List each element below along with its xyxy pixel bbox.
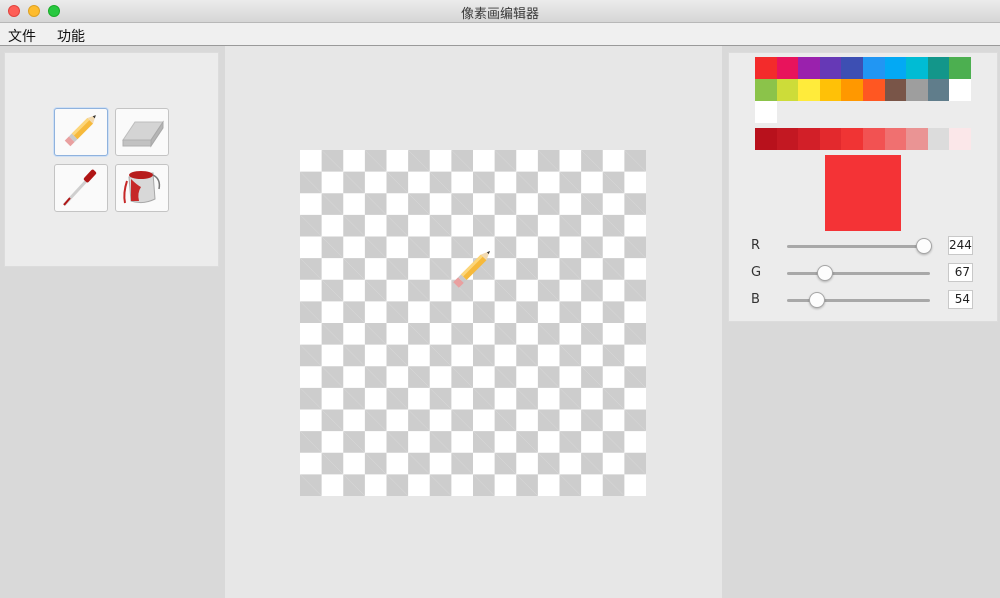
tint-swatch[interactable] [927,128,950,150]
color-panel: R 244 G 67 B 54 [728,52,998,322]
color-swatch[interactable] [863,57,885,79]
blue-label: B [751,292,760,307]
color-swatch[interactable] [819,79,842,101]
title-bar: 像素画编辑器 [0,0,1000,23]
red-slider-thumb[interactable] [915,238,932,254]
color-swatch[interactable] [776,79,799,101]
green-value-field[interactable]: 67 [948,263,973,282]
tint-swatch[interactable] [776,128,799,150]
pencil-icon [58,107,104,157]
red-slider-track[interactable] [787,245,930,248]
color-swatch[interactable] [884,57,907,79]
pencil-cursor-icon [447,242,499,298]
green-label: G [751,265,762,280]
tint-swatch[interactable] [798,128,821,150]
current-color-preview [825,155,901,231]
eyedropper-icon [58,163,104,213]
color-swatch[interactable] [949,57,972,79]
tint-swatch[interactable] [863,128,885,150]
pencil-tool-button[interactable] [54,108,108,156]
color-swatch[interactable] [884,79,907,101]
window-title: 像素画编辑器 [460,7,539,22]
eyedropper-tool-button[interactable] [54,164,108,212]
paint-bucket-icon [119,163,165,213]
pixel-canvas[interactable] [300,150,646,496]
color-swatch[interactable] [906,79,929,101]
color-swatch[interactable] [927,79,950,101]
canvas-area [225,46,722,598]
eraser-tool-button[interactable] [115,108,169,156]
tint-swatch[interactable] [841,128,864,150]
tint-swatch[interactable] [755,128,777,150]
color-swatch[interactable] [949,79,972,101]
tool-panel [4,52,219,267]
menu-file[interactable]: 文件 [8,26,36,46]
green-slider-track[interactable] [787,272,930,275]
color-swatch[interactable] [841,79,864,101]
green-slider-thumb[interactable] [816,265,833,281]
color-swatch[interactable] [927,57,950,79]
tint-swatch[interactable] [884,128,907,150]
blue-slider-thumb[interactable] [809,292,826,308]
color-swatch[interactable] [863,79,885,101]
blue-value-field[interactable]: 54 [948,290,973,309]
color-swatch[interactable] [819,57,842,79]
menu-function[interactable]: 功能 [57,26,85,46]
color-swatch[interactable] [755,79,777,101]
tint-swatch[interactable] [949,128,972,150]
eraser-icon [119,110,165,154]
red-label: R [751,238,761,253]
red-value-field[interactable]: 244 [948,236,973,255]
paint-bucket-tool-button[interactable] [115,164,169,212]
menu-bar: 文件 功能 [0,23,1000,46]
color-swatch[interactable] [798,57,821,79]
color-swatch[interactable] [755,101,777,123]
color-swatch[interactable] [776,57,799,79]
color-swatch[interactable] [755,57,777,79]
color-swatch[interactable] [798,79,821,101]
tint-swatch[interactable] [906,128,929,150]
color-swatch[interactable] [906,57,929,79]
tint-swatch[interactable] [819,128,842,150]
color-swatch[interactable] [841,57,864,79]
